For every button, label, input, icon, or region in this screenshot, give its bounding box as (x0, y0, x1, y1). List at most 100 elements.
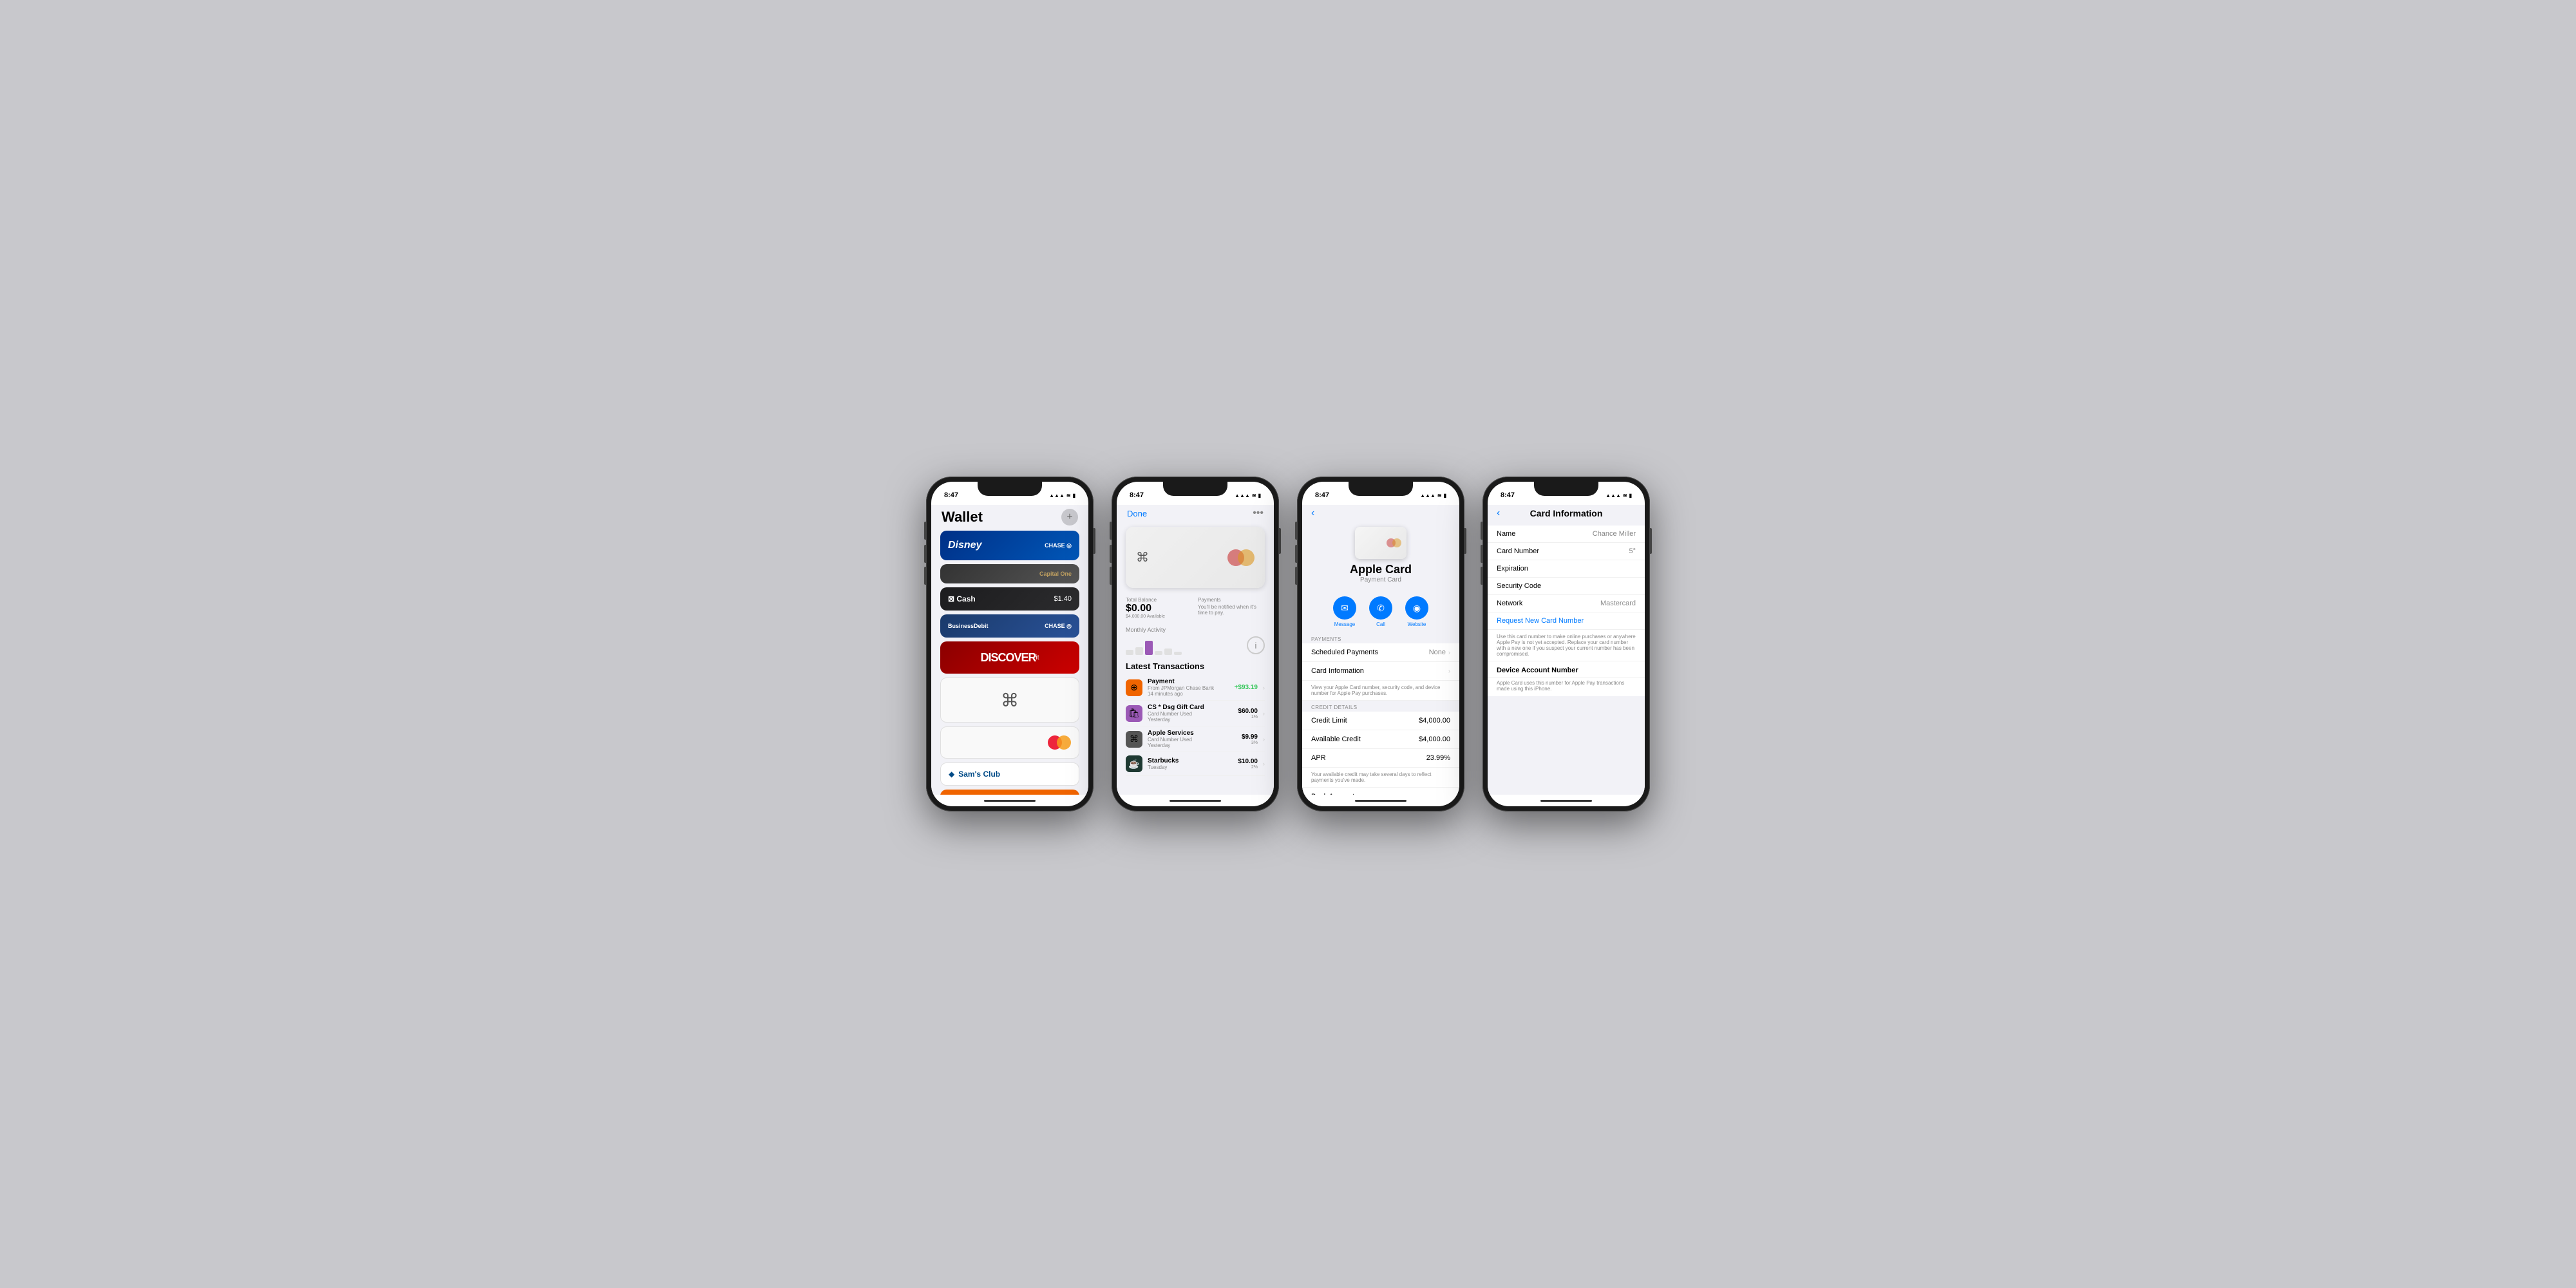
payment-sub: From JPMorgan Chase Bank (1148, 685, 1229, 691)
discover-card[interactable]: DISCOVER it (940, 641, 1079, 674)
action-buttons: ✉ Message ✆ Call ◉ Website (1302, 591, 1459, 632)
payments-label: Payments (1198, 597, 1265, 603)
transaction-dsg[interactable]: 🛍 CS * Dsg Gift Card Card Number Used Ye… (1126, 701, 1265, 726)
apple-card-name: Apple Card (1350, 563, 1412, 576)
home-indicator-2[interactable] (1117, 795, 1274, 806)
apple-pay-card[interactable]: ⌘ (940, 677, 1079, 723)
discover-logo: DISCOVER (980, 651, 1036, 665)
transactions-section: Latest Transactions ⊕ Payment From JPMor… (1117, 658, 1274, 780)
balance-sub: $4,000.00 Available (1126, 614, 1193, 619)
phone-2-card: 8:47 ▲▲▲ ≋ ▮ Done ••• ⌘ (1112, 477, 1279, 811)
starbucks-amount: $10.00 (1238, 758, 1258, 765)
apple-card-type: Payment Card (1360, 576, 1401, 583)
balance-label: Total Balance (1126, 597, 1193, 603)
home-indicator-3[interactable] (1302, 795, 1459, 806)
apple-cash-card[interactable]: ⊠ Cash $1.40 (940, 587, 1079, 611)
available-credit-value: $4,000.00 (1419, 735, 1450, 743)
business-debit-label: BusinessDebit (948, 623, 989, 629)
starbucks-info: Starbucks Tuesday (1148, 757, 1233, 770)
expiration-row: Expiration (1488, 560, 1645, 578)
apple-services-pct: 3% (1242, 741, 1258, 745)
signal-icon-2: ▲▲▲ (1235, 493, 1250, 498)
dsg-amount: $60.00 (1238, 708, 1258, 715)
security-code-row: Security Code (1488, 578, 1645, 595)
expiration-label: Expiration (1497, 565, 1528, 573)
transaction-payment[interactable]: ⊕ Payment From JPMorgan Chase Bank 14 mi… (1126, 675, 1265, 701)
battery-icon-1: ▮ (1073, 493, 1075, 498)
mastercard-logo (1048, 735, 1071, 750)
apple-card-detail-screen: ‹ Apple Card Payment Card (1302, 505, 1459, 795)
add-card-button[interactable]: + (1061, 509, 1078, 526)
payment-name: Payment (1148, 678, 1229, 685)
call-action[interactable]: ✆ Call (1369, 596, 1392, 627)
info-screen-title: Card Information (1530, 508, 1603, 518)
starbucks-icon: ☕ (1126, 755, 1142, 772)
transaction-apple-services[interactable]: ⌘ Apple Services Card Number Used Yester… (1126, 726, 1265, 752)
back-button-3[interactable]: ‹ (1302, 505, 1459, 522)
home-indicator-1[interactable] (931, 795, 1088, 806)
phone-3-detail: 8:47 ▲▲▲ ≋ ▮ ‹ (1297, 477, 1464, 811)
capital-one-card[interactable]: Capital One (940, 564, 1079, 583)
home-indicator-4[interactable] (1488, 795, 1645, 806)
card-number-label: Card Number (1497, 547, 1539, 555)
activity-row: i (1126, 636, 1265, 655)
scheduled-payments-row[interactable]: Scheduled Payments None › (1302, 643, 1459, 662)
discover-it-text: it (1036, 654, 1039, 661)
apr-label: APR (1311, 754, 1326, 762)
phone-1-wallet: 8:47 ▲▲▲ ≋ ▮ Wallet + Disney CH (926, 477, 1094, 811)
sams-club-card[interactable]: ◆ Sam's Club (940, 762, 1079, 786)
activity-label: Monthly Activity (1126, 627, 1265, 633)
request-card-link[interactable]: Request New Card Number (1488, 612, 1645, 630)
payment-time: 14 minutes ago (1148, 691, 1229, 697)
dsg-chevron: › (1263, 710, 1265, 717)
bar-3-active (1145, 641, 1153, 655)
wallet-screen: Wallet + Disney CHASE ◎ Capital One ⊠ Ca… (931, 505, 1088, 795)
activity-section: Monthly Activity i (1117, 624, 1274, 658)
back-button-4[interactable]: ‹ (1497, 507, 1500, 519)
wifi-icon-1: ≋ (1066, 493, 1071, 498)
bank-accounts-row[interactable]: Bank Accounts › (1302, 788, 1459, 795)
starbucks-date: Tuesday (1148, 764, 1233, 770)
notch-3 (1349, 482, 1413, 496)
apple-cash-label: ⊠ Cash (948, 594, 976, 603)
bar-4 (1155, 651, 1162, 655)
wifi-icon-4: ≋ (1623, 493, 1627, 498)
disney-card[interactable]: Disney CHASE ◎ (940, 531, 1079, 560)
apple-cash-amount: $1.40 (1054, 595, 1072, 603)
card-info-screen: ‹ Card Information Name Chance Miller Ca… (1488, 505, 1645, 795)
info-button[interactable]: i (1247, 636, 1265, 654)
wifi-icon-3: ≋ (1437, 493, 1442, 498)
card-thumb-mastercard (1387, 538, 1401, 547)
wallet-title: Wallet (942, 509, 983, 526)
message-action[interactable]: ✉ Message (1333, 596, 1356, 627)
credit-limit-label: Credit Limit (1311, 717, 1347, 724)
chargepoint-card[interactable]: ChargePoint, Inc (940, 790, 1079, 795)
apple-services-name: Apple Services (1148, 730, 1236, 737)
starbucks-name: Starbucks (1148, 757, 1233, 764)
notch-4 (1534, 482, 1598, 496)
transaction-starbucks[interactable]: ☕ Starbucks Tuesday $10.00 2% › (1126, 752, 1265, 776)
device-account-desc: Apple Card uses this number for Apple Pa… (1488, 677, 1645, 696)
card-information-row[interactable]: Card Information › (1302, 662, 1459, 681)
apple-icon: ⌘ (1001, 690, 1019, 711)
phones-container: 8:47 ▲▲▲ ≋ ▮ Wallet + Disney CH (900, 451, 1676, 837)
done-button[interactable]: Done (1127, 509, 1147, 518)
apple-card-visual: ⌘ (1126, 527, 1265, 588)
device-account-header: Device Account Number (1488, 661, 1645, 677)
business-debit-card[interactable]: BusinessDebit CHASE ◎ (940, 614, 1079, 638)
dsg-date: Yesterday (1148, 717, 1233, 723)
notch-2 (1163, 482, 1227, 496)
mastercard-card[interactable] (940, 726, 1079, 759)
notch-1 (978, 482, 1042, 496)
name-value: Chance Miller (1593, 530, 1636, 538)
card-number-value: 5° (1629, 547, 1636, 555)
network-label: Network (1497, 600, 1522, 607)
transactions-title: Latest Transactions (1126, 661, 1265, 671)
dsg-amount-box: $60.00 1% (1238, 708, 1258, 719)
more-button[interactable]: ••• (1253, 507, 1264, 519)
battery-icon-2: ▮ (1258, 493, 1261, 498)
card-information-chevron: › (1448, 668, 1450, 674)
card-number-row: Card Number 5° (1488, 543, 1645, 560)
website-action[interactable]: ◉ Website (1405, 596, 1428, 627)
payment-info: Payment From JPMorgan Chase Bank 14 minu… (1148, 678, 1229, 697)
